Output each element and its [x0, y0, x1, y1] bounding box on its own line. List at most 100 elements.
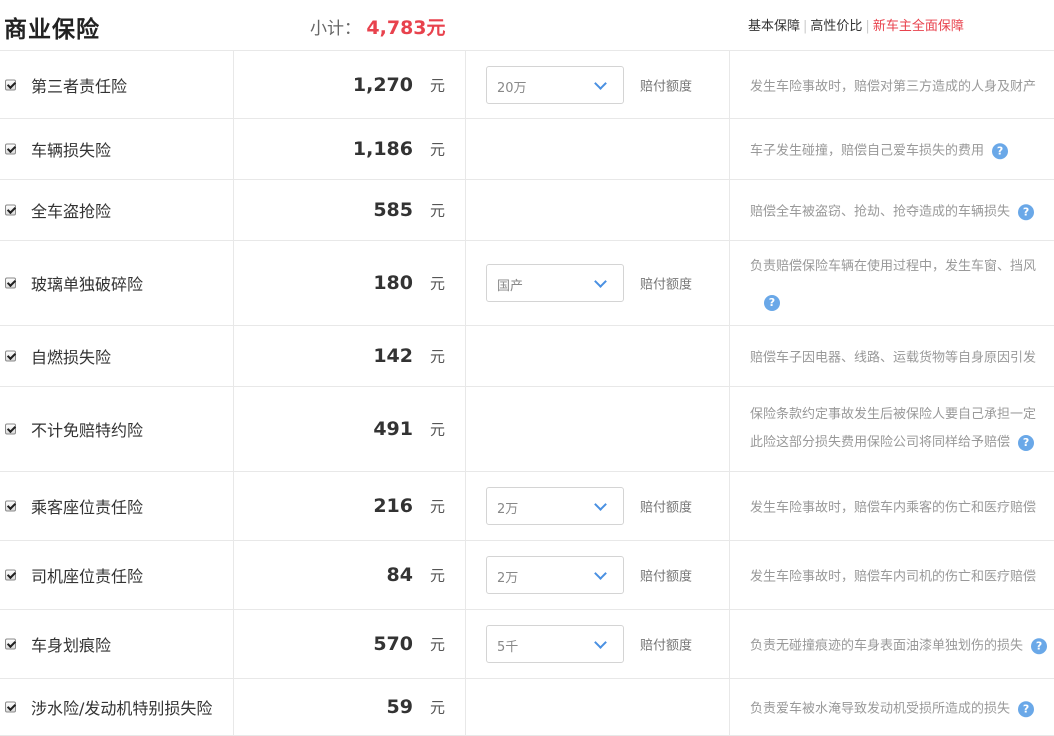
description-line: 赔偿全车被盗窃、抢劫、抢夺造成的车辆损失	[750, 204, 1011, 220]
insurance-name: 自燃损失险	[31, 348, 112, 367]
coverage-amount-label: 赔付额度	[640, 638, 693, 654]
currency-unit: 元	[429, 201, 445, 220]
description-line: 车子发生碰撞，赔偿自己爱车损失的费用	[750, 143, 985, 159]
description-line: 发生车险事故时，赔偿车内乘客的伤亡和医疗赔偿	[750, 500, 1037, 516]
currency-unit: 元	[429, 420, 445, 439]
insurance-price: 570	[373, 633, 413, 655]
select-value: 20万	[497, 80, 527, 96]
insurance-checkbox[interactable]	[5, 569, 16, 581]
insurance-description: 发生车险事故时，赔偿车内司机的伤亡和医疗赔偿	[750, 566, 1036, 585]
insurance-row: 车辆损失险 1,186 元 车子发生碰撞，赔偿自己爱车损失的费用?	[0, 119, 1054, 180]
currency-unit: 元	[429, 274, 445, 293]
chevron-down-icon	[594, 567, 607, 580]
help-icon[interactable]: ?	[992, 142, 1009, 159]
description-line: 负责爱车被水淹导致发动机受损所造成的损失	[750, 701, 1011, 717]
insurance-checkbox[interactable]	[5, 500, 16, 512]
insurance-name: 涉水险/发动机特别损失险	[31, 699, 213, 718]
insurance-name: 玻璃单独破碎险	[31, 275, 144, 294]
tab-new-owner[interactable]: 新车主全面保障	[873, 19, 964, 34]
insurance-checkbox[interactable]	[5, 638, 16, 650]
description-line: 保险条款约定事故发生后被保险人要自己承担一定	[750, 407, 1037, 422]
currency-unit: 元	[429, 76, 445, 94]
insurance-checkbox[interactable]	[5, 701, 16, 713]
insurance-row: 全车盗抢险 585 元 赔偿全车被盗窃、抢劫、抢夺造成的车辆损失?	[0, 180, 1054, 241]
coverage-amount-select[interactable]: 5千	[486, 625, 624, 663]
insurance-row: 玻璃单独破碎险 180 元 国产 赔付额度 负责赔偿保险车辆在使用过程中，发生车…	[0, 241, 1054, 326]
help-icon[interactable]: ?	[1018, 203, 1035, 220]
tab-basic[interactable]: 基本保障	[748, 19, 800, 34]
select-value: 2万	[497, 571, 519, 586]
insurance-description: 赔偿车子因电器、线路、运载货物等自身原因引发	[750, 347, 1036, 366]
help-icon[interactable]: ?	[1018, 700, 1035, 717]
subtotal-label: 小计：	[310, 19, 361, 39]
coverage-amount-select[interactable]: 2万	[486, 556, 624, 594]
insurance-name: 全车盗抢险	[31, 202, 112, 221]
insurance-row: 乘客座位责任险 216 元 2万 赔付额度 发生车险事故时，赔偿车内乘客的伤亡和…	[0, 472, 1054, 541]
insurance-row: 司机座位责任险 84 元 2万 赔付额度 发生车险事故时，赔偿车内司机的伤亡和医…	[0, 541, 1054, 610]
insurance-checkbox[interactable]	[5, 79, 16, 90]
insurance-name: 乘客座位责任险	[31, 498, 144, 517]
insurance-price: 491	[373, 418, 413, 440]
coverage-amount-label: 赔付额度	[640, 277, 693, 293]
insurance-price: 59	[386, 696, 413, 718]
help-icon[interactable]: ?	[764, 295, 780, 311]
coverage-amount-label: 赔付额度	[640, 569, 693, 585]
select-value: 5千	[497, 640, 519, 655]
insurance-checkbox[interactable]	[5, 423, 16, 435]
insurance-price: 180	[373, 272, 413, 294]
insurance-row: 车身划痕险 570 元 5千 赔付额度 负责无碰撞痕迹的车身表面油漆单独划伤的损…	[0, 610, 1054, 679]
insurance-checkbox[interactable]	[5, 143, 16, 155]
coverage-amount-label: 赔付额度	[640, 79, 693, 94]
insurance-row: 第三者责任险 1,270 元 20万 赔付额度 发生车险事故时，赔偿对第三方造成…	[0, 51, 1054, 119]
insurance-price: 216	[373, 495, 413, 517]
insurance-name: 司机座位责任险	[31, 567, 144, 586]
tab-divider: |	[803, 19, 808, 34]
insurance-description: 发生车险事故时，赔偿车内乘客的伤亡和医疗赔偿	[750, 497, 1036, 516]
package-tabs: 基本保障 | 高性价比 | 新车主全面保障	[748, 15, 964, 34]
description-line: 发生车险事故时，赔偿车内司机的伤亡和医疗赔偿	[750, 569, 1037, 585]
insurance-description: 负责无碰撞痕迹的车身表面油漆单独划伤的损失?	[750, 634, 1048, 654]
coverage-amount-select[interactable]: 20万	[486, 65, 624, 104]
insurance-checkbox[interactable]	[5, 350, 16, 362]
section-title: 商业保险	[4, 17, 100, 43]
insurance-description: 车子发生碰撞，赔偿自己爱车损失的费用?	[750, 139, 1009, 159]
insurance-description: 负责爱车被水淹导致发动机受损所造成的损失?	[750, 697, 1035, 717]
currency-unit: 元	[429, 140, 445, 159]
subtotal: 小计： 4,783元	[310, 13, 446, 40]
coverage-amount-select[interactable]: 2万	[486, 487, 624, 525]
currency-unit: 元	[429, 347, 445, 366]
description-line: 负责无碰撞痕迹的车身表面油漆单独划伤的损失	[750, 638, 1024, 654]
insurance-description: 发生车险事故时，赔偿对第三方造成的人身及财产	[750, 75, 1036, 94]
coverage-amount-select[interactable]: 国产	[486, 264, 624, 302]
description-line: 发生车险事故时，赔偿对第三方造成的人身及财产	[750, 79, 1037, 94]
select-value: 国产	[497, 279, 524, 294]
insurance-name: 车辆损失险	[31, 141, 112, 160]
insurance-price: 1,270	[352, 73, 413, 96]
insurance-name: 不计免赔特约险	[31, 421, 144, 440]
currency-unit: 元	[429, 497, 445, 516]
insurance-checkbox[interactable]	[5, 204, 16, 216]
insurance-name: 车身划痕险	[31, 636, 112, 655]
chevron-down-icon	[594, 498, 607, 511]
currency-unit: 元	[429, 698, 445, 717]
currency-unit: 元	[429, 635, 445, 654]
section-header: 商业保险 小计： 4,783元 基本保障 | 高性价比 | 新车主全面保障	[0, 0, 1054, 51]
insurance-price: 585	[373, 199, 413, 221]
insurance-name: 第三者责任险	[31, 76, 128, 96]
insurance-checkbox[interactable]	[5, 277, 16, 289]
subtotal-amount: 4,783元	[366, 17, 446, 39]
description-line: 此险这部分损失费用保险公司将同样给予赔偿	[750, 435, 1011, 450]
insurance-description: 赔偿全车被盗窃、抢劫、抢夺造成的车辆损失?	[750, 200, 1035, 220]
insurance-price: 84	[386, 564, 413, 586]
select-value: 2万	[497, 502, 519, 517]
description-line: 负责赔偿保险车辆在使用过程中，发生车窗、挡风	[750, 259, 1037, 274]
insurance-description: 负责赔偿保险车辆在使用过程中，发生车窗、挡风	[750, 253, 1036, 281]
chevron-down-icon	[594, 76, 607, 90]
currency-unit: 元	[429, 566, 445, 585]
insurance-row: 涉水险/发动机特别损失险 59 元 负责爱车被水淹导致发动机受损所造成的损失?	[0, 679, 1054, 736]
tab-value[interactable]: 高性价比	[810, 19, 862, 34]
help-icon[interactable]: ?	[1018, 434, 1035, 451]
chevron-down-icon	[594, 636, 607, 649]
help-icon[interactable]: ?	[1031, 637, 1048, 654]
insurance-row: 自燃损失险 142 元 赔偿车子因电器、线路、运载货物等自身原因引发	[0, 326, 1054, 387]
